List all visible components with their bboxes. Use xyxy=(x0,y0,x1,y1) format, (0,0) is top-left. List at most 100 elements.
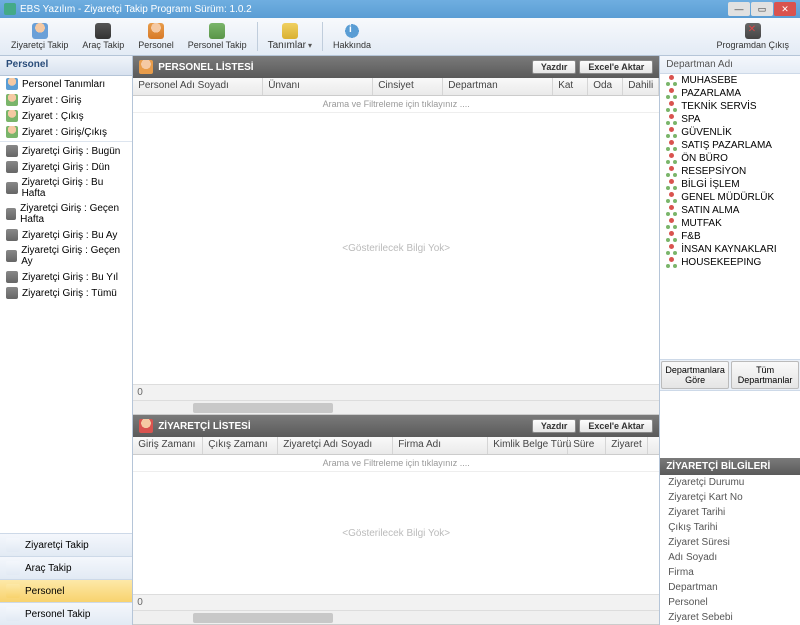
toolbar-hakkinda[interactable]: Hakkında xyxy=(326,20,378,53)
column-header[interactable]: Firma Adı xyxy=(393,437,488,454)
exit-icon xyxy=(745,23,761,39)
dept-label: GENEL MÜDÜRLÜK xyxy=(681,192,774,203)
horizontal-scrollbar[interactable] xyxy=(133,400,659,414)
list-icon xyxy=(6,208,16,220)
dept-label: İNSAN KAYNAKLARI xyxy=(681,244,776,255)
nav-label: Personel xyxy=(25,586,64,597)
org-icon xyxy=(666,101,677,112)
department-item[interactable]: HOUSEKEEPING xyxy=(660,256,800,269)
department-item[interactable]: MUHASEBE xyxy=(660,74,800,87)
org-icon xyxy=(666,205,677,216)
nav-label: Araç Takip xyxy=(25,563,72,574)
department-item[interactable]: SATIN ALMA xyxy=(660,204,800,217)
department-item[interactable]: SPA xyxy=(660,113,800,126)
column-header[interactable]: Çıkış Zamanı xyxy=(203,437,278,454)
all-departments-button[interactable]: Tüm Departmanlar xyxy=(731,361,799,389)
column-header[interactable]: Ünvanı xyxy=(263,78,373,95)
export-excel-button[interactable]: Excel'e Aktar xyxy=(579,419,653,433)
org-icon xyxy=(666,153,677,164)
toolbar-arac-takip[interactable]: Araç Takip xyxy=(75,20,131,53)
sidebar-item[interactable]: Ziyaretçi Giriş : Geçen Hafta xyxy=(0,201,132,227)
toolbar-tanimlar[interactable]: Tanımlar▾ xyxy=(261,20,319,53)
department-item[interactable]: PAZARLAMA xyxy=(660,87,800,100)
department-item[interactable]: İNSAN KAYNAKLARI xyxy=(660,243,800,256)
by-departments-button[interactable]: Departmanlara Göre xyxy=(661,361,729,389)
nav-item-ziyaretçi-takip[interactable]: Ziyaretçi Takip xyxy=(0,533,132,556)
horizontal-scrollbar[interactable] xyxy=(133,610,659,624)
sidebar-item[interactable]: Ziyaretçi Giriş : Geçen Ay xyxy=(0,243,132,269)
dept-label: SATIN ALMA xyxy=(681,205,739,216)
personel-panel: PERSONEL LİSTESİ Yazdır Excel'e Aktar Pe… xyxy=(133,56,659,415)
export-excel-button[interactable]: Excel'e Aktar xyxy=(579,60,653,74)
sidebar-item[interactable]: Ziyaretçi Giriş : Bu Yıl xyxy=(0,269,132,285)
close-button[interactable]: ✕ xyxy=(774,2,796,16)
toolbar-personel[interactable]: Personel xyxy=(131,20,181,53)
sidebar-item[interactable]: Ziyaretçi Giriş : Bu Ay xyxy=(0,227,132,243)
column-header[interactable]: Dahili xyxy=(623,78,659,95)
dept-button-row: Departmanlara Göre Tüm Departmanlar xyxy=(660,359,800,391)
minimize-button[interactable]: — xyxy=(728,2,750,16)
sidebar-item-label: Ziyaretçi Giriş : Geçen Hafta xyxy=(20,203,126,225)
column-header[interactable]: Giriş Zamanı xyxy=(133,437,203,454)
column-header[interactable]: Cinsiyet xyxy=(373,78,443,95)
scrollbar-thumb[interactable] xyxy=(193,403,333,413)
toolbar-ziyaretci-takip[interactable]: Ziyaretçi Takip xyxy=(4,20,75,53)
nav-item-araç-takip[interactable]: Araç Takip xyxy=(0,556,132,579)
sidebar-item[interactable]: Ziyaretçi Giriş : Bu Hafta xyxy=(0,175,132,201)
sidebar-header: Personel xyxy=(0,56,132,76)
department-item[interactable]: RESEPSİYON xyxy=(660,165,800,178)
column-header[interactable]: Ziyaret xyxy=(606,437,648,454)
column-header[interactable]: Süre xyxy=(568,437,606,454)
filter-hint[interactable]: Arama ve Filtreleme için tıklayınız .... xyxy=(133,455,659,472)
sidebar-item-label: Ziyaretçi Giriş : Bu Ay xyxy=(22,230,117,241)
department-item[interactable]: ÖN BÜRO xyxy=(660,152,800,165)
department-item[interactable]: MUTFAK xyxy=(660,217,800,230)
sidebar-item[interactable]: Ziyaretçi Giriş : Dün xyxy=(0,159,132,175)
department-item[interactable]: GENEL MÜDÜRLÜK xyxy=(660,191,800,204)
column-header[interactable]: Departman xyxy=(443,78,553,95)
panel-title: ZİYARETÇİ LİSTESİ xyxy=(158,421,250,432)
filter-hint[interactable]: Arama ve Filtreleme için tıklayınız .... xyxy=(133,96,659,113)
visitor-info-field: Ziyaret Tarihi xyxy=(660,505,800,520)
visitor-info-header: ZİYARETÇİ BİLGİLERİ xyxy=(660,458,800,475)
departments-header: Departman Adı xyxy=(660,56,800,74)
sidebar-item[interactable]: Ziyaret : Giriş/Çıkış xyxy=(0,124,132,140)
sidebar-list: Personel TanımlarıZiyaret : GirişZiyaret… xyxy=(0,76,132,533)
print-button[interactable]: Yazdır xyxy=(532,419,577,433)
sidebar-nav: Ziyaretçi Takip Araç Takip Personel Persone… xyxy=(0,533,132,625)
org-icon xyxy=(666,166,677,177)
department-item[interactable]: GÜVENLİK xyxy=(660,126,800,139)
org-icon xyxy=(666,88,677,99)
column-header[interactable]: Kat xyxy=(553,78,588,95)
print-button[interactable]: Yazdır xyxy=(532,60,577,74)
sidebar-item-label: Personel Tanımları xyxy=(22,79,105,90)
nav-label: Ziyaretçi Takip xyxy=(25,540,89,551)
title-bar: EBS Yazılım - Ziyaretçi Takip Programı S… xyxy=(0,0,800,18)
scrollbar-thumb[interactable] xyxy=(193,613,333,623)
department-item[interactable]: F&B xyxy=(660,230,800,243)
department-item[interactable]: SATIŞ PAZARLAMA xyxy=(660,139,800,152)
column-header[interactable]: Ziyaretçi Adı Soyadı xyxy=(278,437,393,454)
dept-label: MUHASEBE xyxy=(681,75,737,86)
list-icon xyxy=(6,126,18,138)
info-icon xyxy=(344,23,360,39)
department-item[interactable]: TEKNİK SERVİS xyxy=(660,100,800,113)
list-icon xyxy=(6,271,18,283)
sidebar-item[interactable]: Ziyaretçi Giriş : Bugün xyxy=(0,143,132,159)
nav-item-personel-takip[interactable]: Personel Takip xyxy=(0,602,132,625)
org-icon xyxy=(666,257,677,268)
toolbar-exit[interactable]: Programdan Çıkış xyxy=(709,20,796,53)
column-header[interactable]: Oda xyxy=(588,78,623,95)
sidebar-item[interactable]: Ziyaret : Giriş xyxy=(0,92,132,108)
department-item[interactable]: BİLGİ İŞLEM xyxy=(660,178,800,191)
maximize-button[interactable]: ▭ xyxy=(751,2,773,16)
visitor-info-field: Firma xyxy=(660,565,800,580)
column-header[interactable]: Personel Adı Soyadı xyxy=(133,78,263,95)
org-icon xyxy=(666,244,677,255)
sidebar-item[interactable]: Personel Tanımları xyxy=(0,76,132,92)
sidebar-item[interactable]: Ziyaretçi Giriş : Tümü xyxy=(0,285,132,301)
column-header[interactable]: Kimlik Belge Türü xyxy=(488,437,568,454)
nav-item-personel[interactable]: Personel xyxy=(0,579,132,602)
sidebar-item[interactable]: Ziyaret : Çıkış xyxy=(0,108,132,124)
toolbar-personel-takip[interactable]: Personel Takip xyxy=(181,20,254,53)
